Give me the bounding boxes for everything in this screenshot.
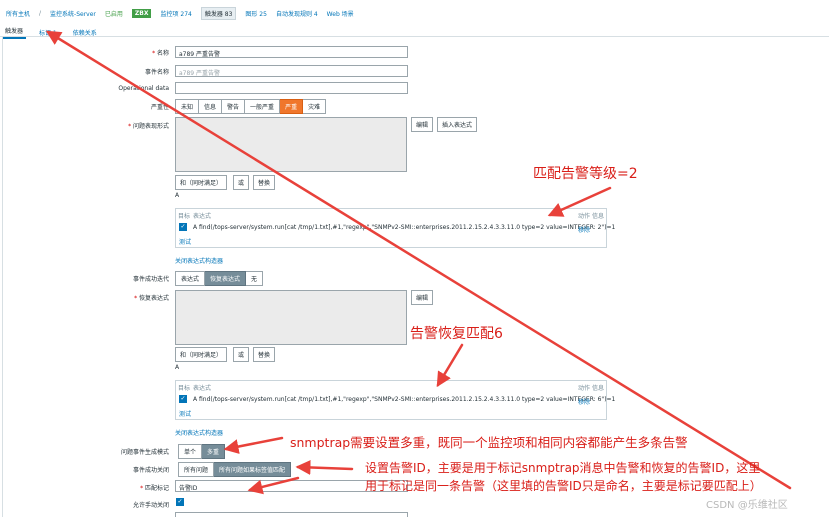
annotation-tag-line1: 设置告警ID，主要是用于标记snmptrap消息中告警和恢复的告警ID，这里 — [365, 461, 761, 475]
watermark: CSDN @乐维社区 — [706, 500, 788, 511]
arrow-to-recovery-expr — [436, 343, 464, 388]
annotation-tag-line2: 用于标记是同一条告警（这里填的告警ID只是命名，主要是标记要匹配上） — [365, 479, 762, 493]
arrow-to-ok-close — [295, 459, 354, 475]
annotation-problem-mode: snmptrap需要设置多重，既同一个监控项和相同内容都能产生多条告警 — [290, 435, 688, 450]
arrow-to-problem-mode — [223, 436, 284, 454]
annotation-severity: 匹配告警等级=2 — [533, 166, 638, 182]
arrow-to-tags-tab — [45, 30, 792, 490]
arrow-to-tag-match — [247, 476, 300, 495]
arrow-to-problem-expr — [547, 186, 612, 217]
annotation-recovery: 告警恢复匹配6 — [410, 326, 503, 342]
